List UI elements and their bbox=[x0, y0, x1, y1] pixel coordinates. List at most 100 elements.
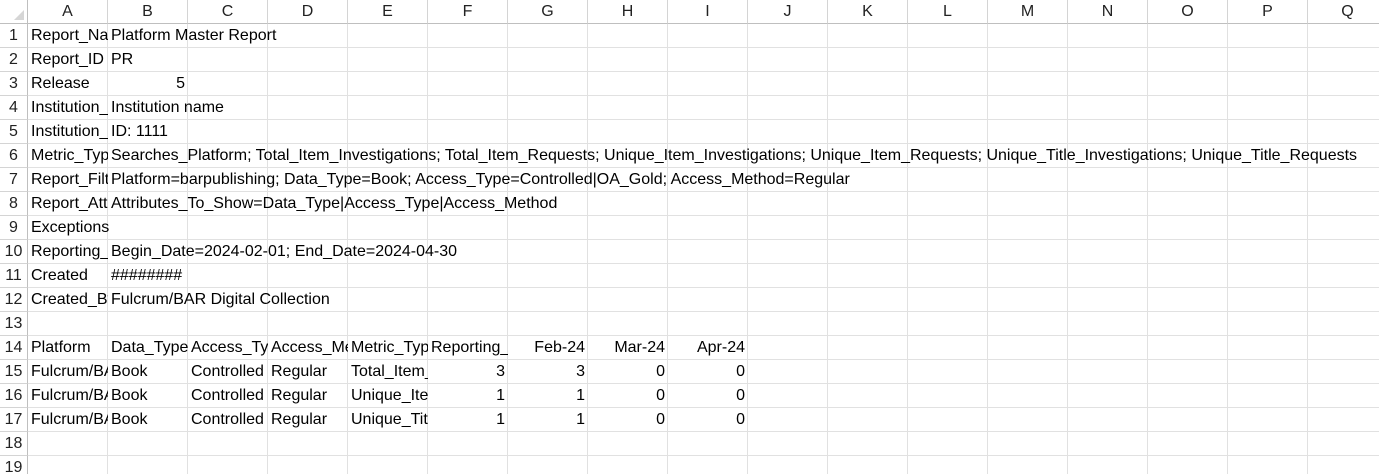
cell-h14[interactable]: Mar-24 bbox=[588, 336, 668, 360]
cell-f14[interactable]: Reporting_Period_Total bbox=[428, 336, 508, 360]
row-header-12[interactable]: 12 bbox=[0, 288, 28, 312]
cell-b7[interactable]: Platform=barpublishing; Data_Type=Book; … bbox=[108, 168, 853, 192]
row-header-5[interactable]: 5 bbox=[0, 120, 28, 144]
column-header-a[interactable]: A bbox=[28, 0, 108, 24]
column-header-e[interactable]: E bbox=[348, 0, 428, 24]
cell-i15[interactable]: 0 bbox=[668, 360, 748, 384]
row-header-1[interactable]: 1 bbox=[0, 24, 28, 48]
cell-f16[interactable]: 1 bbox=[428, 384, 508, 408]
cell-g15[interactable]: 3 bbox=[508, 360, 588, 384]
cell-g17[interactable]: 1 bbox=[508, 408, 588, 432]
cell-a15[interactable]: Fulcrum/BAR Digital Collection bbox=[28, 360, 108, 384]
cell-a17[interactable]: Fulcrum/BAR Digital Collection bbox=[28, 408, 108, 432]
cell-g14[interactable]: Feb-24 bbox=[508, 336, 588, 360]
cell-a2[interactable]: Report_ID bbox=[28, 48, 108, 72]
cell-a9[interactable]: Exceptions bbox=[28, 216, 112, 240]
cell-b3[interactable]: 5 bbox=[108, 72, 188, 96]
row-header-14[interactable]: 14 bbox=[0, 336, 28, 360]
row-header-9[interactable]: 9 bbox=[0, 216, 28, 240]
cell-e17[interactable]: Unique_Title_Requests bbox=[348, 408, 428, 432]
cell-i14[interactable]: Apr-24 bbox=[668, 336, 748, 360]
row-header-13[interactable]: 13 bbox=[0, 312, 28, 336]
column-header-c[interactable]: C bbox=[188, 0, 268, 24]
column-header-k[interactable]: K bbox=[828, 0, 908, 24]
cell-f15[interactable]: 3 bbox=[428, 360, 508, 384]
column-header-j[interactable]: J bbox=[748, 0, 828, 24]
cell-d17[interactable]: Regular bbox=[268, 408, 348, 432]
row-header-11[interactable]: 11 bbox=[0, 264, 28, 288]
row-header-18[interactable]: 18 bbox=[0, 432, 28, 456]
cell-h16[interactable]: 0 bbox=[588, 384, 668, 408]
cell-b11[interactable]: ######## bbox=[108, 264, 185, 288]
row-header-10[interactable]: 10 bbox=[0, 240, 28, 264]
column-header-l[interactable]: L bbox=[908, 0, 988, 24]
cell-a3[interactable]: Release bbox=[28, 72, 108, 96]
column-header-i[interactable]: I bbox=[668, 0, 748, 24]
cell-b15[interactable]: Book bbox=[108, 360, 188, 384]
cell-b1[interactable]: Platform Master Report bbox=[108, 24, 279, 48]
cell-b14[interactable]: Data_Type bbox=[108, 336, 188, 360]
cell-b12[interactable]: Fulcrum/BAR Digital Collection bbox=[108, 288, 333, 312]
cell-e14[interactable]: Metric_Type bbox=[348, 336, 428, 360]
column-header-q[interactable]: Q bbox=[1308, 0, 1379, 24]
column-header-f[interactable]: F bbox=[428, 0, 508, 24]
cell-d16[interactable]: Regular bbox=[268, 384, 348, 408]
cell-e15[interactable]: Total_Item_Requests bbox=[348, 360, 428, 384]
row-header-16[interactable]: 16 bbox=[0, 384, 28, 408]
row-header-19[interactable]: 19 bbox=[0, 456, 28, 474]
column-header-h[interactable]: H bbox=[588, 0, 668, 24]
cell-e16[interactable]: Unique_Item_Requests bbox=[348, 384, 428, 408]
spreadsheet-grid[interactable]: A B C D E F G H I J K L M N O P Q 1 2 3 4 5 6 7 8 9 10 11 12 13 14 15 16… bbox=[0, 0, 1379, 474]
cell-a11[interactable]: Created bbox=[28, 264, 108, 288]
cell-b5[interactable]: ID: 1111 bbox=[108, 120, 171, 144]
column-header-d[interactable]: D bbox=[268, 0, 348, 24]
cell-b4[interactable]: Institution name bbox=[108, 96, 227, 120]
cell-h17[interactable]: 0 bbox=[588, 408, 668, 432]
column-header-n[interactable]: N bbox=[1068, 0, 1148, 24]
cell-d14[interactable]: Access_Method bbox=[268, 336, 348, 360]
cell-f17[interactable]: 1 bbox=[428, 408, 508, 432]
cell-a6[interactable]: Metric_Types bbox=[28, 144, 108, 168]
row-header-6[interactable]: 6 bbox=[0, 144, 28, 168]
cell-c14[interactable]: Access_Type bbox=[188, 336, 268, 360]
cell-b17[interactable]: Book bbox=[108, 408, 188, 432]
row-header-4[interactable]: 4 bbox=[0, 96, 28, 120]
row-header-15[interactable]: 15 bbox=[0, 360, 28, 384]
row-header-17[interactable]: 17 bbox=[0, 408, 28, 432]
row-header-8[interactable]: 8 bbox=[0, 192, 28, 216]
column-header-p[interactable]: P bbox=[1228, 0, 1308, 24]
cell-b16[interactable]: Book bbox=[108, 384, 188, 408]
column-header-b[interactable]: B bbox=[108, 0, 188, 24]
column-header-g[interactable]: G bbox=[508, 0, 588, 24]
cell-i17[interactable]: 0 bbox=[668, 408, 748, 432]
row-gridline bbox=[28, 455, 1379, 456]
cell-c17[interactable]: Controlled bbox=[188, 408, 268, 432]
cell-a16[interactable]: Fulcrum/BAR Digital Collection bbox=[28, 384, 108, 408]
cell-a7[interactable]: Report_Filters bbox=[28, 168, 108, 192]
cell-c15[interactable]: Controlled bbox=[188, 360, 268, 384]
row-gridline bbox=[28, 119, 1379, 120]
cell-b10[interactable]: Begin_Date=2024-02-01; End_Date=2024-04-… bbox=[108, 240, 460, 264]
cell-a4[interactable]: Institution_Name bbox=[28, 96, 108, 120]
cell-b2[interactable]: PR bbox=[108, 48, 136, 72]
cell-b8[interactable]: Attributes_To_Show=Data_Type|Access_Type… bbox=[108, 192, 560, 216]
row-header-3[interactable]: 3 bbox=[0, 72, 28, 96]
cell-a8[interactable]: Report_Attributes bbox=[28, 192, 108, 216]
select-all-corner[interactable] bbox=[0, 0, 28, 24]
row-header-7[interactable]: 7 bbox=[0, 168, 28, 192]
column-header-m[interactable]: M bbox=[988, 0, 1068, 24]
row-header-2[interactable]: 2 bbox=[0, 48, 28, 72]
cell-c16[interactable]: Controlled bbox=[188, 384, 268, 408]
cell-a1[interactable]: Report_Name bbox=[28, 24, 108, 48]
cell-a14[interactable]: Platform bbox=[28, 336, 108, 360]
cell-a5[interactable]: Institution_ID bbox=[28, 120, 108, 144]
cell-a10[interactable]: Reporting_Period bbox=[28, 240, 108, 264]
cell-h15[interactable]: 0 bbox=[588, 360, 668, 384]
column-header-o[interactable]: O bbox=[1148, 0, 1228, 24]
cell-i16[interactable]: 0 bbox=[668, 384, 748, 408]
cell-g16[interactable]: 1 bbox=[508, 384, 588, 408]
cell-b6[interactable]: Searches_Platform; Total_Item_Investigat… bbox=[108, 144, 1360, 168]
cell-a12[interactable]: Created_By bbox=[28, 288, 108, 312]
select-all-triangle-icon bbox=[14, 10, 24, 20]
cell-d15[interactable]: Regular bbox=[268, 360, 348, 384]
